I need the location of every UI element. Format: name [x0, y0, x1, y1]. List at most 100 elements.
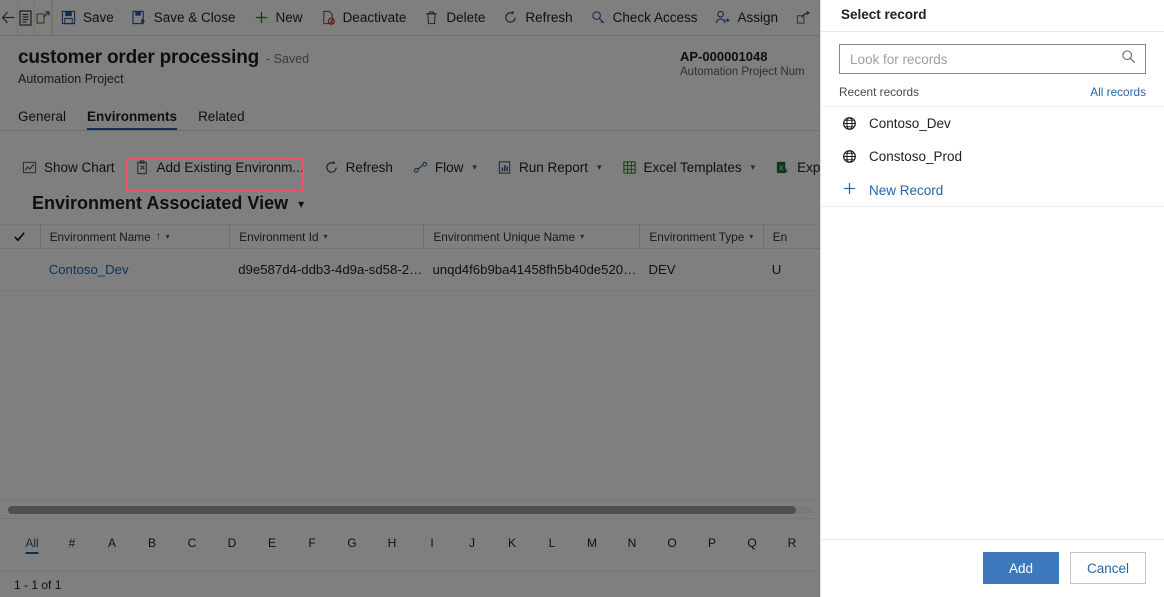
form-tabs: General Environments Related — [0, 100, 820, 131]
key-icon — [591, 10, 606, 25]
search-input[interactable] — [840, 45, 1145, 73]
show-chart-label: Show Chart — [44, 160, 115, 175]
save-button[interactable]: Save — [52, 0, 123, 36]
alpha-filter-hash[interactable]: # — [52, 536, 92, 554]
grid-empty-space — [0, 291, 820, 491]
col-environment-unique-name[interactable]: Environment Unique Name ▾ — [423, 224, 639, 249]
alpha-filter-q[interactable]: Q — [732, 536, 772, 554]
panel-spacer — [821, 207, 1164, 539]
alpha-filter-g[interactable]: G — [332, 536, 372, 554]
panel-title: Select record — [821, 0, 1164, 31]
col-environment-id[interactable]: Environment Id ▾ — [229, 224, 423, 249]
record-header: customer order processing - Saved Automa… — [0, 36, 820, 100]
sort-ascending-icon: ↑ — [156, 231, 161, 242]
record-constoso-prod-label: Constoso_Prod — [869, 149, 962, 164]
chevron-down-icon[interactable]: ▾ — [749, 232, 753, 241]
tab-general[interactable]: General — [18, 109, 66, 130]
grid-refresh-label: Refresh — [346, 160, 393, 175]
cell-environment-name[interactable]: Contoso_Dev — [40, 262, 230, 277]
horizontal-scrollbar[interactable] — [0, 500, 820, 518]
table-row[interactable]: Contoso_Dev d9e587d4-ddb3-4d9a-sd58-21..… — [0, 249, 820, 291]
alpha-filter-a[interactable]: A — [92, 536, 132, 554]
refresh-label: Refresh — [525, 11, 572, 25]
alpha-filter-d[interactable]: D — [212, 536, 252, 554]
view-selector[interactable]: Environment Associated View ▾ — [0, 187, 820, 224]
record-contoso-dev-label: Contoso_Dev — [869, 116, 951, 131]
excel-templates-button[interactable]: Excel Templates ▾ — [612, 152, 766, 182]
alpha-filter-o[interactable]: O — [652, 536, 692, 554]
deactivate-button[interactable]: Deactivate — [312, 0, 416, 36]
tab-related[interactable]: Related — [198, 109, 245, 130]
report-icon — [497, 160, 512, 175]
alpha-filter-n[interactable]: N — [612, 536, 652, 554]
chevron-down-icon: ▾ — [751, 162, 756, 173]
record-contoso-dev[interactable]: Contoso_Dev — [821, 107, 1164, 140]
assign-button[interactable]: Assign — [706, 0, 787, 36]
save-and-close-button[interactable]: Save & Close — [123, 0, 245, 36]
new-record-button[interactable]: New Record — [821, 174, 1164, 207]
alpha-filter-k[interactable]: K — [492, 536, 532, 554]
alpha-filter-p[interactable]: P — [692, 536, 732, 554]
alpha-filter-j[interactable]: J — [452, 536, 492, 554]
alpha-filter-e[interactable]: E — [252, 536, 292, 554]
flow-label: Flow — [435, 160, 464, 175]
alpha-filter-r[interactable]: R — [772, 536, 812, 554]
refresh-icon — [503, 10, 518, 25]
add-existing-environment-label: Add Existing Environm... — [157, 160, 304, 175]
search-box[interactable] — [839, 44, 1146, 74]
flow-button[interactable]: Flow ▾ — [403, 152, 487, 182]
cell-environment-id: d9e587d4-ddb3-4d9a-sd58-21... — [229, 262, 423, 277]
col-environment-unique-name-label: Environment Unique Name — [433, 230, 575, 244]
chevron-down-icon: ▾ — [597, 162, 602, 173]
scrollbar-track[interactable] — [8, 506, 812, 514]
alpha-filter-l[interactable]: L — [532, 536, 572, 554]
col-environment-name[interactable]: Environment Name ↑ ▾ — [40, 224, 230, 249]
col-environment-extra[interactable]: En — [763, 224, 820, 249]
export-button[interactable]: X Exp — [765, 152, 820, 182]
refresh-icon — [324, 160, 339, 175]
show-chart-button[interactable]: Show Chart — [12, 152, 125, 182]
chevron-down-icon[interactable]: ▾ — [324, 232, 328, 241]
alpha-filter-h[interactable]: H — [372, 536, 412, 554]
app-root: Save Save & Close New Deactivate — [0, 0, 1164, 597]
add-existing-environment-button[interactable]: Add Existing Environm... — [125, 152, 314, 182]
cell-environment-type: DEV — [639, 262, 762, 277]
excel-templates-label: Excel Templates — [644, 160, 742, 175]
form-icon[interactable] — [18, 0, 35, 36]
chevron-down-icon[interactable]: ▾ — [166, 232, 170, 241]
back-arrow-icon[interactable] — [0, 0, 18, 36]
person-assign-icon — [715, 10, 730, 25]
view-name-label: Environment Associated View — [32, 193, 288, 214]
alpha-filter-i[interactable]: I — [412, 536, 452, 554]
excel-icon — [622, 160, 637, 175]
scrollbar-thumb[interactable] — [8, 506, 796, 514]
tab-environments[interactable]: Environments — [87, 109, 177, 130]
record-number-block: AP-000001048 Automation Project Num — [680, 49, 820, 78]
cancel-button[interactable]: Cancel — [1070, 552, 1146, 584]
delete-button[interactable]: Delete — [415, 0, 494, 36]
save-and-close-label: Save & Close — [154, 11, 236, 25]
deactivate-label: Deactivate — [343, 11, 407, 25]
alpha-filter-m[interactable]: M — [572, 536, 612, 554]
grid-refresh-button[interactable]: Refresh — [314, 152, 403, 182]
alpha-filter-b[interactable]: B — [132, 536, 172, 554]
add-button[interactable]: Add — [983, 552, 1059, 584]
chevron-down-icon[interactable]: ▾ — [580, 232, 584, 241]
assign-label: Assign — [737, 11, 778, 25]
new-button[interactable]: New — [245, 0, 312, 36]
refresh-button[interactable]: Refresh — [494, 0, 581, 36]
record-constoso-prod[interactable]: Constoso_Prod — [821, 140, 1164, 173]
chevron-down-icon: ▾ — [298, 197, 304, 211]
share-button[interactable] — [787, 0, 820, 36]
run-report-button[interactable]: Run Report ▾ — [487, 152, 612, 182]
check-access-button[interactable]: Check Access — [582, 0, 707, 36]
select-all-checkbox[interactable] — [0, 230, 40, 243]
alpha-filter-f[interactable]: F — [292, 536, 332, 554]
popout-icon[interactable] — [35, 0, 52, 36]
search-icon[interactable] — [1121, 49, 1136, 69]
alpha-filter-all[interactable]: All — [12, 536, 52, 554]
col-environment-type[interactable]: Environment Type ▾ — [639, 224, 762, 249]
grid-status-bar: 1 - 1 of 1 — [0, 571, 820, 597]
alpha-filter-c[interactable]: C — [172, 536, 212, 554]
all-records-link[interactable]: All records — [1090, 85, 1146, 99]
